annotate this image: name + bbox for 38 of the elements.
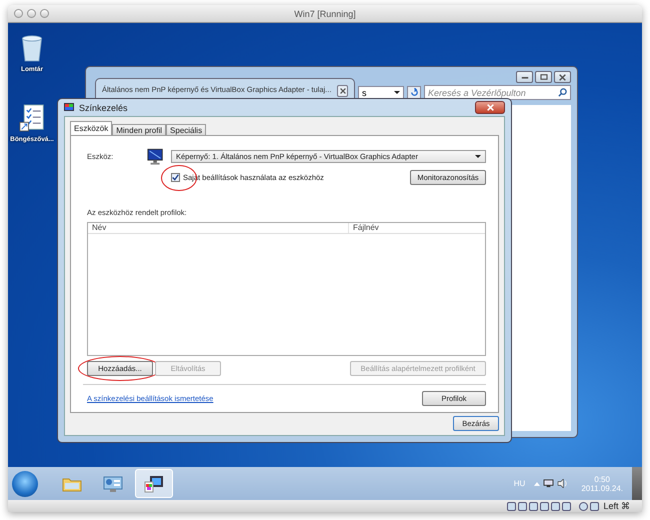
monitor-icon xyxy=(147,148,165,165)
host-key-label: Left ⌘ xyxy=(603,501,630,511)
close-icon xyxy=(486,104,494,111)
refresh-icon xyxy=(410,88,418,97)
search-icon xyxy=(558,88,567,97)
search-field[interactable]: Keresés a Vezérlőpulton xyxy=(424,85,571,100)
close-button[interactable] xyxy=(475,101,505,114)
column-header[interactable]: Fájlnév xyxy=(349,223,485,233)
tab[interactable]: Minden profil xyxy=(112,124,166,135)
window-title: Win7 [Running] xyxy=(294,8,356,18)
refresh-button[interactable] xyxy=(407,86,421,100)
color-monitor-icon xyxy=(144,474,164,492)
column-header[interactable]: Név xyxy=(88,223,349,233)
minimize-button[interactable] xyxy=(516,71,533,83)
close-button[interactable] xyxy=(554,71,571,83)
checklist-icon[interactable] xyxy=(19,103,45,133)
tab[interactable]: Speciális xyxy=(166,124,206,135)
checkmark-icon xyxy=(172,174,179,181)
taskbar-button[interactable] xyxy=(135,469,173,498)
color-monitor-icon xyxy=(64,102,74,112)
maximize-icon xyxy=(540,74,548,80)
minimize-icon xyxy=(520,74,528,80)
maximize-button[interactable] xyxy=(535,71,552,83)
close-icon xyxy=(340,88,346,94)
close-icon xyxy=(559,74,566,80)
checkbox[interactable] xyxy=(171,173,180,182)
dialog-title: Színkezelés xyxy=(79,102,129,112)
recycle-bin-icon[interactable] xyxy=(19,33,45,63)
address-field[interactable]: s xyxy=(358,86,404,100)
start-button[interactable] xyxy=(12,470,38,496)
network-icon[interactable] xyxy=(543,479,554,488)
tab[interactable]: Eszközök xyxy=(70,121,112,135)
folder-icon xyxy=(62,476,82,492)
dropdown-arrow-icon xyxy=(475,155,481,158)
dropdown-arrow-icon xyxy=(394,91,400,94)
speaker-icon[interactable] xyxy=(557,479,568,488)
close-button[interactable] xyxy=(337,85,348,97)
control-panel-icon xyxy=(103,476,123,492)
